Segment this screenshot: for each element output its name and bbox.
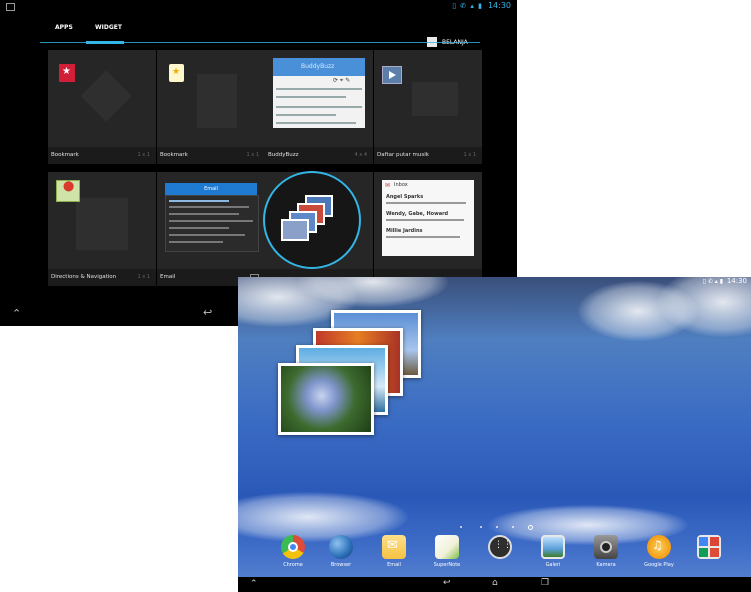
widget-tile-directions[interactable]: ⬤ Directions & Navigation 1 x 1: [48, 172, 156, 286]
email-widget-list: [165, 195, 259, 252]
tab-widget[interactable]: WIDGET: [95, 24, 122, 31]
widget-preview: ⬤: [48, 172, 156, 269]
widget-size: 1 x 1: [463, 152, 477, 158]
widget-tile-email[interactable]: Email Email: [157, 172, 265, 286]
dock-label: SuperNote: [433, 562, 461, 568]
gallery-photo[interactable]: [278, 363, 374, 435]
widget-preview: ✉ Inbox Angel Sparks Wendy, Gabe, Howard…: [374, 172, 482, 269]
gmail-icon: ✉: [385, 182, 391, 189]
widget-size: 1 x 1: [137, 274, 151, 280]
page-indicator-dot: [460, 526, 462, 528]
all-apps-icon: ⋮⋮: [488, 535, 512, 559]
status-icons: ▯ ✆ ▴ ▮: [452, 2, 483, 10]
status-bar: ▯ ✆ ▴ ▮ 14:30: [238, 277, 751, 288]
widget-name: Daftar putar musik: [377, 152, 429, 158]
page-indicator-dot: [512, 526, 514, 528]
gmail-item: Angel Sparks: [386, 194, 424, 200]
dock-chrome[interactable]: Chrome: [272, 535, 314, 579]
navigation-bar: ⌃ ↩ ⌂ ❐: [238, 577, 751, 592]
bookmark-icon: ★: [59, 64, 75, 82]
dock-all-apps[interactable]: ⋮⋮: [479, 535, 521, 579]
dock-browser[interactable]: Browser: [320, 535, 362, 579]
page-indicator-dot: [480, 526, 482, 528]
buddybuzz-title: BuddyBuzz: [301, 63, 335, 70]
headphones-icon: ♫: [647, 535, 671, 559]
dragging-gallery-widget[interactable]: [263, 171, 361, 269]
recent-apps-icon[interactable]: ❐: [541, 578, 549, 588]
home-icon[interactable]: ⌂: [492, 578, 498, 588]
dock-gallery[interactable]: Galeri: [532, 535, 574, 579]
widget-tile-music-playlist[interactable]: Daftar putar musik 1 x 1: [374, 50, 482, 164]
dock-label: Google Play: [644, 562, 674, 568]
dock-label: Chrome: [283, 562, 303, 568]
email-icon: ✉: [382, 535, 406, 559]
widget-preview: BuddyBuzz ⟳ ⌖ ✎: [265, 50, 373, 147]
ghost-map-shape: [76, 198, 128, 250]
widget-tile-bookmark[interactable]: ★ Bookmark 1 x 1: [48, 50, 156, 164]
tab-bar: APPS WIDGET BELANJA: [0, 14, 517, 47]
bookmark-page-icon: ★: [169, 64, 184, 82]
dock-email[interactable]: ✉ Email: [373, 535, 415, 579]
gmail-widget: ✉ Inbox Angel Sparks Wendy, Gabe, Howard…: [382, 180, 474, 256]
dock-google-folder[interactable]: [688, 535, 730, 579]
widget-name: Bookmark: [160, 152, 188, 158]
gmail-inbox-label: Inbox: [394, 182, 408, 188]
widget-tile-gmail[interactable]: ✉ Inbox Angel Sparks Wendy, Gabe, Howard…: [374, 172, 482, 286]
page-indicator-dot: [496, 526, 498, 528]
ghost-star-shape: [80, 70, 132, 122]
widget-preview: [374, 50, 482, 147]
widget-name: Directions & Navigation: [51, 274, 117, 280]
buddybuzz-header: BuddyBuzz: [273, 58, 365, 76]
dock-label: Browser: [330, 562, 352, 568]
dock-camera[interactable]: Kamera: [585, 535, 627, 579]
tab-apps[interactable]: APPS: [55, 24, 73, 31]
buddybuzz-feed: ⟳ ⌖ ✎: [273, 76, 365, 128]
map-icon: ⬤: [56, 180, 80, 202]
refresh-icon: ⟳ ⌖ ✎: [333, 77, 351, 84]
widget-preview: ★: [48, 50, 156, 147]
widget-name: BuddyBuzz: [268, 152, 299, 158]
widget-preview: ★: [157, 50, 265, 147]
status-bar: ▯ ✆ ▴ ▮ 14:30: [0, 0, 517, 14]
dock-supernote[interactable]: SuperNote: [426, 535, 468, 579]
email-widget-title: Email: [204, 186, 218, 192]
ghost-page-shape: [197, 74, 237, 128]
back-icon[interactable]: ↩: [443, 578, 451, 588]
play-icon: [382, 66, 402, 84]
back-icon[interactable]: ↩: [203, 306, 212, 319]
photo-thumb: [281, 219, 309, 241]
widget-tile-buddybuzz[interactable]: BuddyBuzz ⟳ ⌖ ✎ BuddyBuzz 4 x 4: [265, 50, 373, 164]
email-widget-header: Email: [165, 183, 257, 195]
globe-icon: [329, 535, 353, 559]
widget-size: 1 x 1: [137, 152, 151, 158]
status-time: 14:30: [487, 1, 511, 10]
dock-label: Email: [387, 562, 401, 568]
widget-preview: Email: [157, 172, 265, 269]
widget-size: 1 x 1: [246, 152, 260, 158]
dock-play-music[interactable]: ♫ Google Play: [638, 535, 680, 579]
notification-icon: [6, 3, 15, 11]
widget-name: Email: [160, 274, 176, 280]
notepad-icon: [435, 535, 459, 559]
widget-tile-bookmark-2[interactable]: ★ Bookmark 1 x 1: [157, 50, 265, 164]
status-icons: ▯ ✆ ▴ ▮: [702, 278, 723, 285]
ghost-player-shape: [412, 82, 458, 116]
status-time: 14:30: [726, 277, 747, 285]
page-indicator-current: [528, 525, 533, 530]
widget-size: 4 x 4: [354, 152, 368, 158]
gmail-item: Wendy, Gabe, Howard: [386, 211, 449, 217]
dock-label: Galeri: [545, 562, 561, 568]
widget-name: Bookmark: [51, 152, 79, 158]
expand-icon[interactable]: ⌃: [12, 307, 21, 320]
tab-divider: [40, 42, 480, 43]
dock-label: Kamera: [596, 562, 616, 568]
gmail-item: Millie Jardins: [386, 228, 423, 234]
home-screen: ▯ ✆ ▴ ▮ 14:30 Chrome Browser ✉ Email Sup…: [238, 277, 751, 592]
chrome-icon: [281, 535, 305, 559]
google-apps-folder-icon: [697, 535, 721, 559]
gallery-icon: [541, 535, 565, 559]
expand-icon[interactable]: ⌃: [250, 579, 258, 589]
camera-icon: [594, 535, 618, 559]
